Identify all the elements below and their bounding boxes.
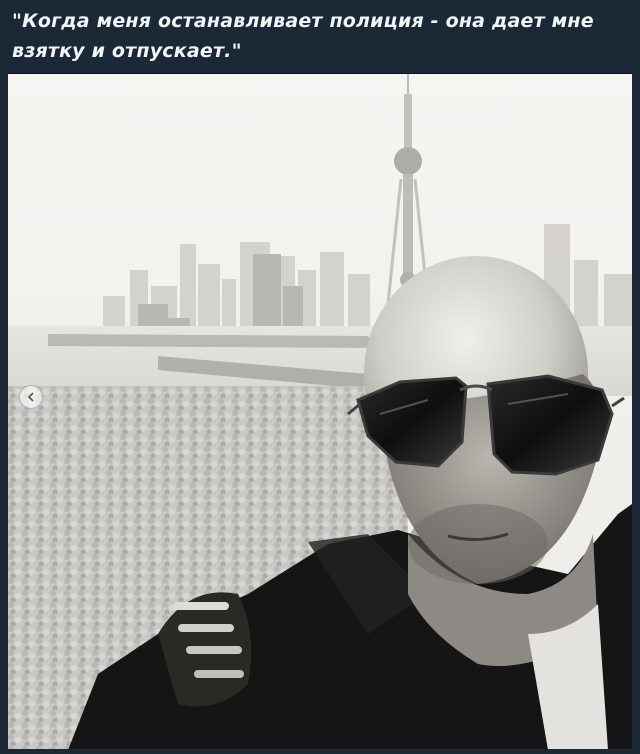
post-caption: "Когда меня останавливает полиция - она … (12, 10, 594, 62)
stubble (408, 504, 548, 584)
carousel-prev-button[interactable] (19, 385, 43, 409)
bottom-edge (0, 749, 640, 754)
chevron-left-icon (27, 392, 34, 402)
meme-post: "Когда меня останавливает полиция - она … (0, 0, 640, 754)
photo-illustration (8, 74, 632, 750)
post-photo[interactable] (8, 73, 632, 750)
